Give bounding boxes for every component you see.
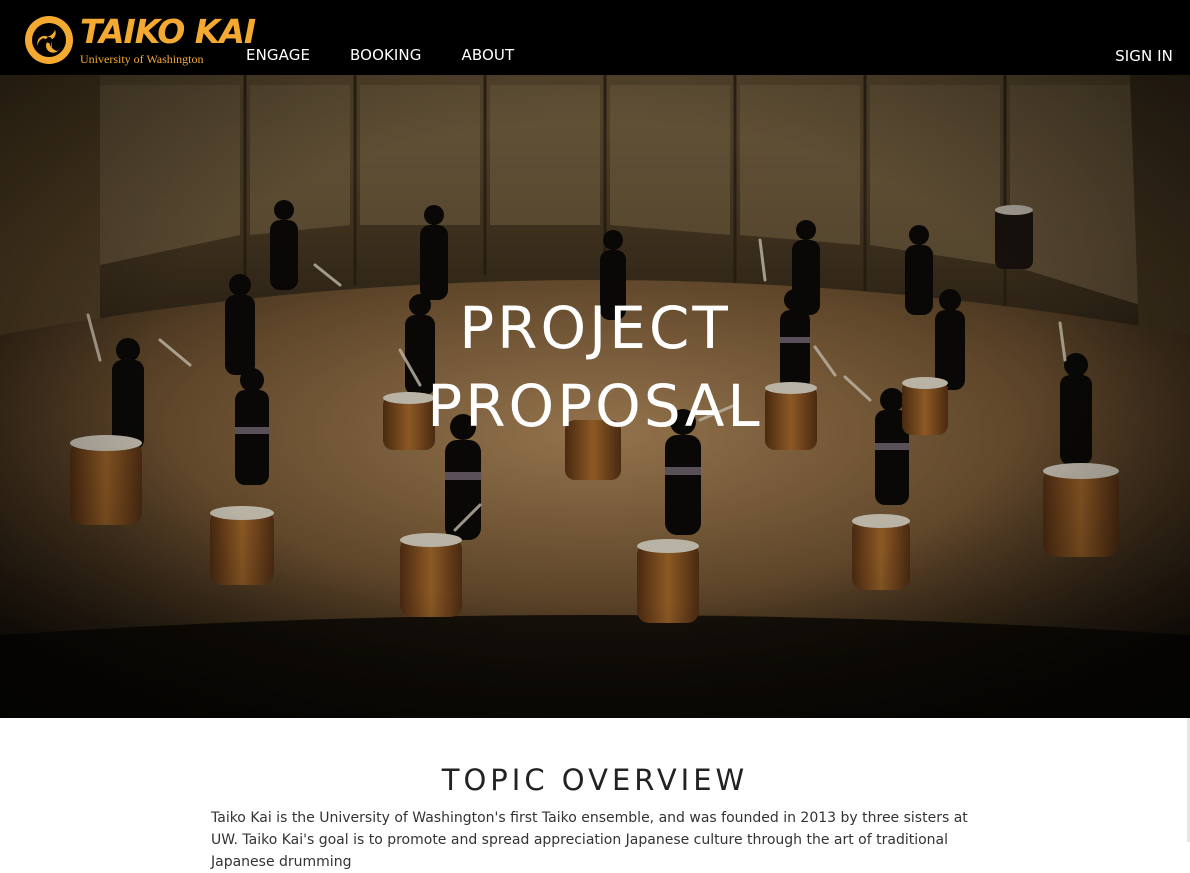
topic-overview-section: TOPIC OVERVIEW Taiko Kai is the Universi… bbox=[0, 718, 1190, 870]
nav-item-booking[interactable]: BOOKING bbox=[350, 45, 421, 65]
nav-item-about[interactable]: ABOUT bbox=[461, 45, 514, 65]
section-heading: TOPIC OVERVIEW bbox=[441, 763, 749, 797]
brand-name: TAIKO KAI bbox=[80, 12, 256, 51]
main-nav: ENGAGE BOOKING ABOUT bbox=[246, 45, 514, 65]
hero-title: PROJECT PROPOSAL bbox=[0, 289, 1190, 445]
taiko-kai-logo[interactable]: TAIKO KAI University of Washington bbox=[24, 12, 256, 68]
hero-title-line-1: PROJECT bbox=[459, 294, 731, 362]
mitsudomoe-emblem-icon bbox=[25, 16, 73, 64]
hero-banner: PROJECT PROPOSAL bbox=[0, 75, 1190, 718]
brand-subtitle: University of Washington bbox=[80, 52, 204, 66]
section-body-text: Taiko Kai is the University of Washingto… bbox=[211, 810, 968, 870]
nav-item-engage[interactable]: ENGAGE bbox=[246, 45, 310, 65]
hero-title-line-2: PROPOSAL bbox=[427, 372, 763, 440]
site-header: TAIKO KAI University of Washington ENGAG… bbox=[0, 0, 1190, 75]
sign-in-link[interactable]: SIGN IN bbox=[1115, 46, 1173, 66]
